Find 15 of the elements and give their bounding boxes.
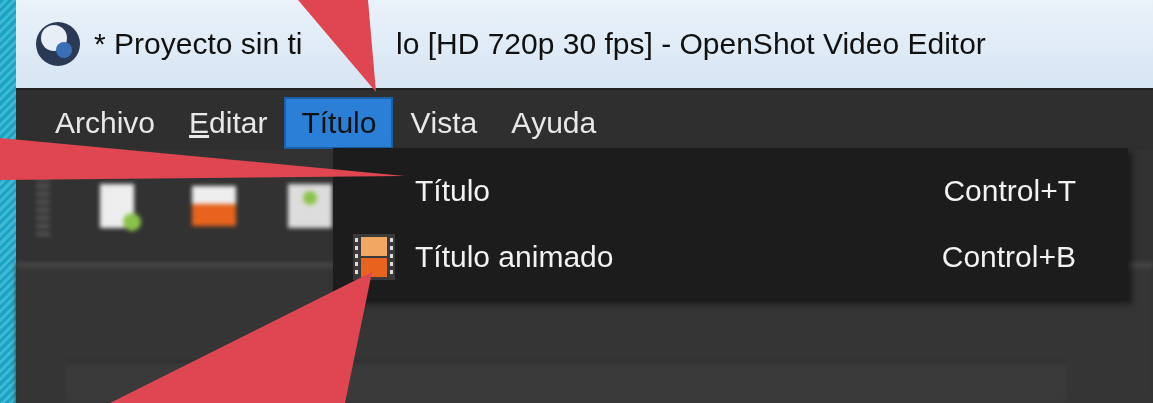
shortcut-label: Control+T bbox=[943, 174, 1076, 208]
item-label: Título animado bbox=[415, 240, 615, 274]
window-title: lo [HD 720p 30 fps] - OpenShot Video Editor bbox=[396, 27, 986, 61]
menu-item[interactable]: Título bbox=[284, 97, 394, 149]
window-title: * Proyecto sin ti bbox=[94, 27, 303, 61]
dropdown-item[interactable]: Título Control+T bbox=[333, 158, 1128, 224]
menu-item[interactable]: Editar bbox=[172, 97, 285, 149]
menu-item[interactable]: Archivo bbox=[38, 97, 173, 149]
menu-item[interactable]: Vista bbox=[393, 97, 495, 149]
film-strip-icon bbox=[353, 234, 395, 280]
dropdown-item[interactable]: Título animado Control+B bbox=[333, 224, 1128, 290]
item-label: Título bbox=[415, 174, 492, 208]
app-logo-icon bbox=[34, 20, 82, 68]
shortcut-label: Control+B bbox=[941, 240, 1076, 274]
menu-item[interactable]: Ayuda bbox=[494, 97, 614, 149]
